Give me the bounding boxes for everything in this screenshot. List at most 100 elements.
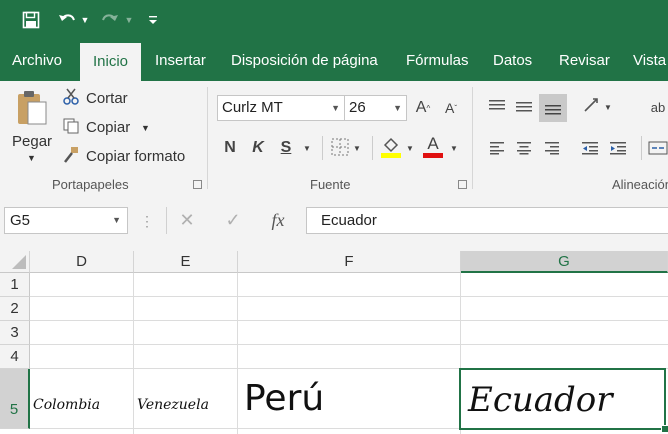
bold-button[interactable]: N [221, 137, 239, 159]
font-group-label: Fuente [310, 177, 351, 192]
chevron-down-icon: ▼ [393, 103, 402, 113]
formula-input[interactable]: Ecuador [306, 207, 668, 234]
font-separator [322, 136, 323, 160]
align-right-icon[interactable] [541, 137, 563, 159]
row-header-5-label: 5 [9, 401, 19, 418]
font-size-value: 26 [349, 99, 366, 116]
column-header-e[interactable]: E [134, 251, 238, 273]
column-header-f[interactable]: F [238, 251, 461, 273]
format-painter-button[interactable]: Copiar formato [86, 148, 185, 165]
formula-separator [166, 207, 167, 234]
name-box[interactable]: G5 ▼ [4, 207, 128, 234]
clipboard-group-label: Portapapeles [52, 177, 129, 192]
borders-icon[interactable] [330, 137, 350, 157]
undo-icon[interactable] [55, 8, 79, 32]
gridline [133, 273, 134, 434]
gridline [30, 296, 668, 297]
tab-insertar[interactable]: Insertar [155, 41, 206, 81]
undo-dropdown-icon[interactable]: ▼ [80, 8, 90, 32]
group-separator [207, 87, 208, 189]
format-painter-icon[interactable] [62, 146, 80, 164]
align-top-icon[interactable] [486, 95, 508, 117]
row-header-3[interactable]: 3 [0, 321, 30, 345]
select-all-corner[interactable] [0, 251, 30, 273]
align-middle-icon[interactable] [513, 95, 535, 117]
worksheet-grid: D E F G 1 2 3 4 5 Colombia Venezuela Per… [0, 251, 668, 434]
increase-indent-icon[interactable] [607, 137, 629, 159]
insert-function-button[interactable]: fx [266, 208, 290, 232]
borders-dropdown-icon[interactable]: ▼ [352, 141, 362, 155]
merge-center-icon[interactable] [647, 137, 668, 159]
drag-handle-icon[interactable]: ⋮ [140, 210, 154, 232]
font-size-combo[interactable]: 26 ▼ [344, 95, 407, 121]
save-icon[interactable] [20, 8, 42, 32]
paste-icon[interactable] [14, 87, 50, 129]
font-launcher-icon[interactable] [458, 180, 467, 189]
wrap-text-icon[interactable]: ab [648, 97, 668, 117]
font-separator [372, 136, 373, 160]
tab-vista[interactable]: Vista [633, 41, 666, 81]
fill-handle[interactable] [661, 425, 668, 433]
tab-archivo[interactable]: Archivo [12, 41, 62, 81]
cut-icon[interactable] [62, 88, 80, 106]
gridline [237, 273, 238, 434]
name-box-value: G5 [10, 212, 31, 229]
cancel-icon[interactable]: ✕ [176, 208, 198, 232]
redo-icon [98, 8, 122, 32]
paste-dropdown-icon[interactable]: ▼ [27, 153, 36, 163]
align-left-icon[interactable] [486, 137, 508, 159]
row-header-2[interactable]: 2 [0, 297, 30, 321]
chevron-down-icon[interactable]: ▼ [112, 208, 121, 233]
ribbon-tabs: Archivo Inicio Insertar Disposición de p… [0, 41, 668, 81]
font-color-dropdown-icon[interactable]: ▼ [449, 141, 459, 155]
font-color-swatch [423, 152, 443, 158]
fill-color-icon[interactable] [380, 135, 402, 159]
row-header-4[interactable]: 4 [0, 345, 30, 369]
font-color-glyph: A [427, 133, 439, 153]
customize-qat-icon[interactable] [146, 8, 160, 32]
font-color-button[interactable]: A [422, 133, 444, 159]
alignment-separator [641, 136, 642, 160]
formula-bar: G5 ▼ ⋮ ✕ ✓ fx Ecuador [0, 196, 668, 251]
title-bar: ▼ ▼ [0, 0, 668, 41]
tab-formulas[interactable]: Fórmulas [406, 41, 469, 81]
copy-button[interactable]: Copiar [86, 119, 130, 136]
paste-button[interactable]: Pegar [12, 133, 52, 150]
column-header-g[interactable]: G [461, 251, 668, 273]
clipboard-launcher-icon[interactable] [193, 180, 202, 189]
grow-font-icon[interactable]: A ^ [413, 96, 433, 120]
cut-button[interactable]: Cortar [86, 90, 128, 107]
shrink-font-icon[interactable]: Aˇ [441, 96, 461, 120]
align-bottom-icon[interactable] [539, 94, 567, 122]
copy-dropdown-icon[interactable]: ▼ [141, 123, 150, 133]
enter-icon[interactable]: ✓ [222, 208, 244, 232]
font-name-combo[interactable]: Curlz MT ▼ [217, 95, 345, 121]
orientation-icon[interactable] [581, 95, 603, 117]
underline-button[interactable]: S [277, 137, 295, 159]
chevron-down-icon: ▼ [331, 103, 340, 113]
column-header-d[interactable]: D [30, 251, 134, 273]
cell-d5[interactable]: Colombia [33, 397, 100, 413]
row-header-1[interactable]: 1 [0, 273, 30, 297]
font-name-value: Curlz MT [222, 99, 283, 116]
underline-dropdown-icon[interactable]: ▼ [302, 141, 312, 155]
alignment-group-label: Alineación [612, 177, 668, 192]
tab-disposicion-de-pagina[interactable]: Disposición de página [231, 41, 378, 81]
orientation-dropdown-icon[interactable]: ▼ [603, 101, 613, 113]
decrease-indent-icon[interactable] [579, 137, 601, 159]
copy-icon[interactable] [62, 117, 80, 135]
row-header-5[interactable]: 5 [0, 369, 30, 429]
gridline [30, 344, 668, 345]
cell-f5[interactable]: Perú [244, 377, 324, 421]
gridline [30, 320, 668, 321]
group-separator [472, 87, 473, 189]
align-center-icon[interactable] [513, 137, 535, 159]
tab-inicio[interactable]: Inicio [80, 43, 141, 81]
italic-button[interactable]: K [249, 137, 267, 159]
tab-revisar[interactable]: Revisar [559, 41, 610, 81]
ribbon: Pegar ▼ Cortar Copiar ▼ Copiar formato P… [0, 81, 668, 197]
cell-e5[interactable]: Venezuela [137, 397, 209, 413]
fill-color-dropdown-icon[interactable]: ▼ [405, 141, 415, 155]
tab-datos[interactable]: Datos [493, 41, 532, 81]
redo-dropdown-icon: ▼ [124, 15, 134, 25]
